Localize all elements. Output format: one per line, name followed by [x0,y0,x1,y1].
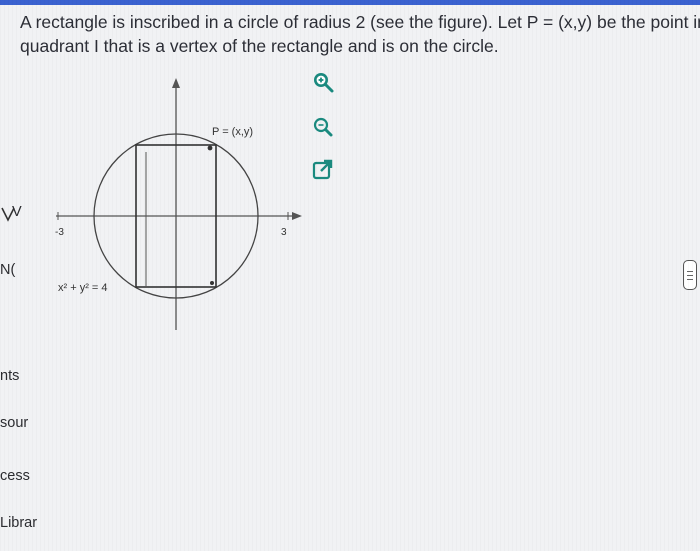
sidebar-item-n[interactable]: N( [0,262,15,278]
zoom-in-icon[interactable] [311,70,335,94]
point-p [207,145,213,151]
question-line-2: quadrant I that is a vertex of the recta… [20,36,499,56]
sidebar-item-librar[interactable]: Librar [0,515,37,531]
open-external-icon[interactable] [311,158,335,182]
sidebar-item-sour[interactable]: sour [0,415,28,431]
xtick-neg-label: -3 [55,227,64,238]
top-accent-bar [0,0,700,5]
zoom-out-icon[interactable] [311,115,335,139]
sidebar-item-nts[interactable]: nts [0,368,19,384]
vertex-bottom-right [210,281,214,285]
sidebar-item-v[interactable]: V [12,204,22,220]
question-line-1: A rectangle is inscribed in a circle of … [20,12,700,32]
x-axis-arrow [292,212,302,220]
question-text: A rectangle is inscribed in a circle of … [20,10,700,58]
sidebar-item-cess[interactable]: cess [0,468,30,484]
xtick-pos-label: 3 [281,227,287,238]
drag-handle[interactable] [683,260,697,290]
y-axis-arrow [172,78,180,88]
rectangle-in-circle-figure: P = (x,y) -3 3 x² + y² = 4 [55,78,302,330]
point-p-label: P = (x,y) [212,126,253,138]
equation-label: x² + y² = 4 [58,282,108,294]
